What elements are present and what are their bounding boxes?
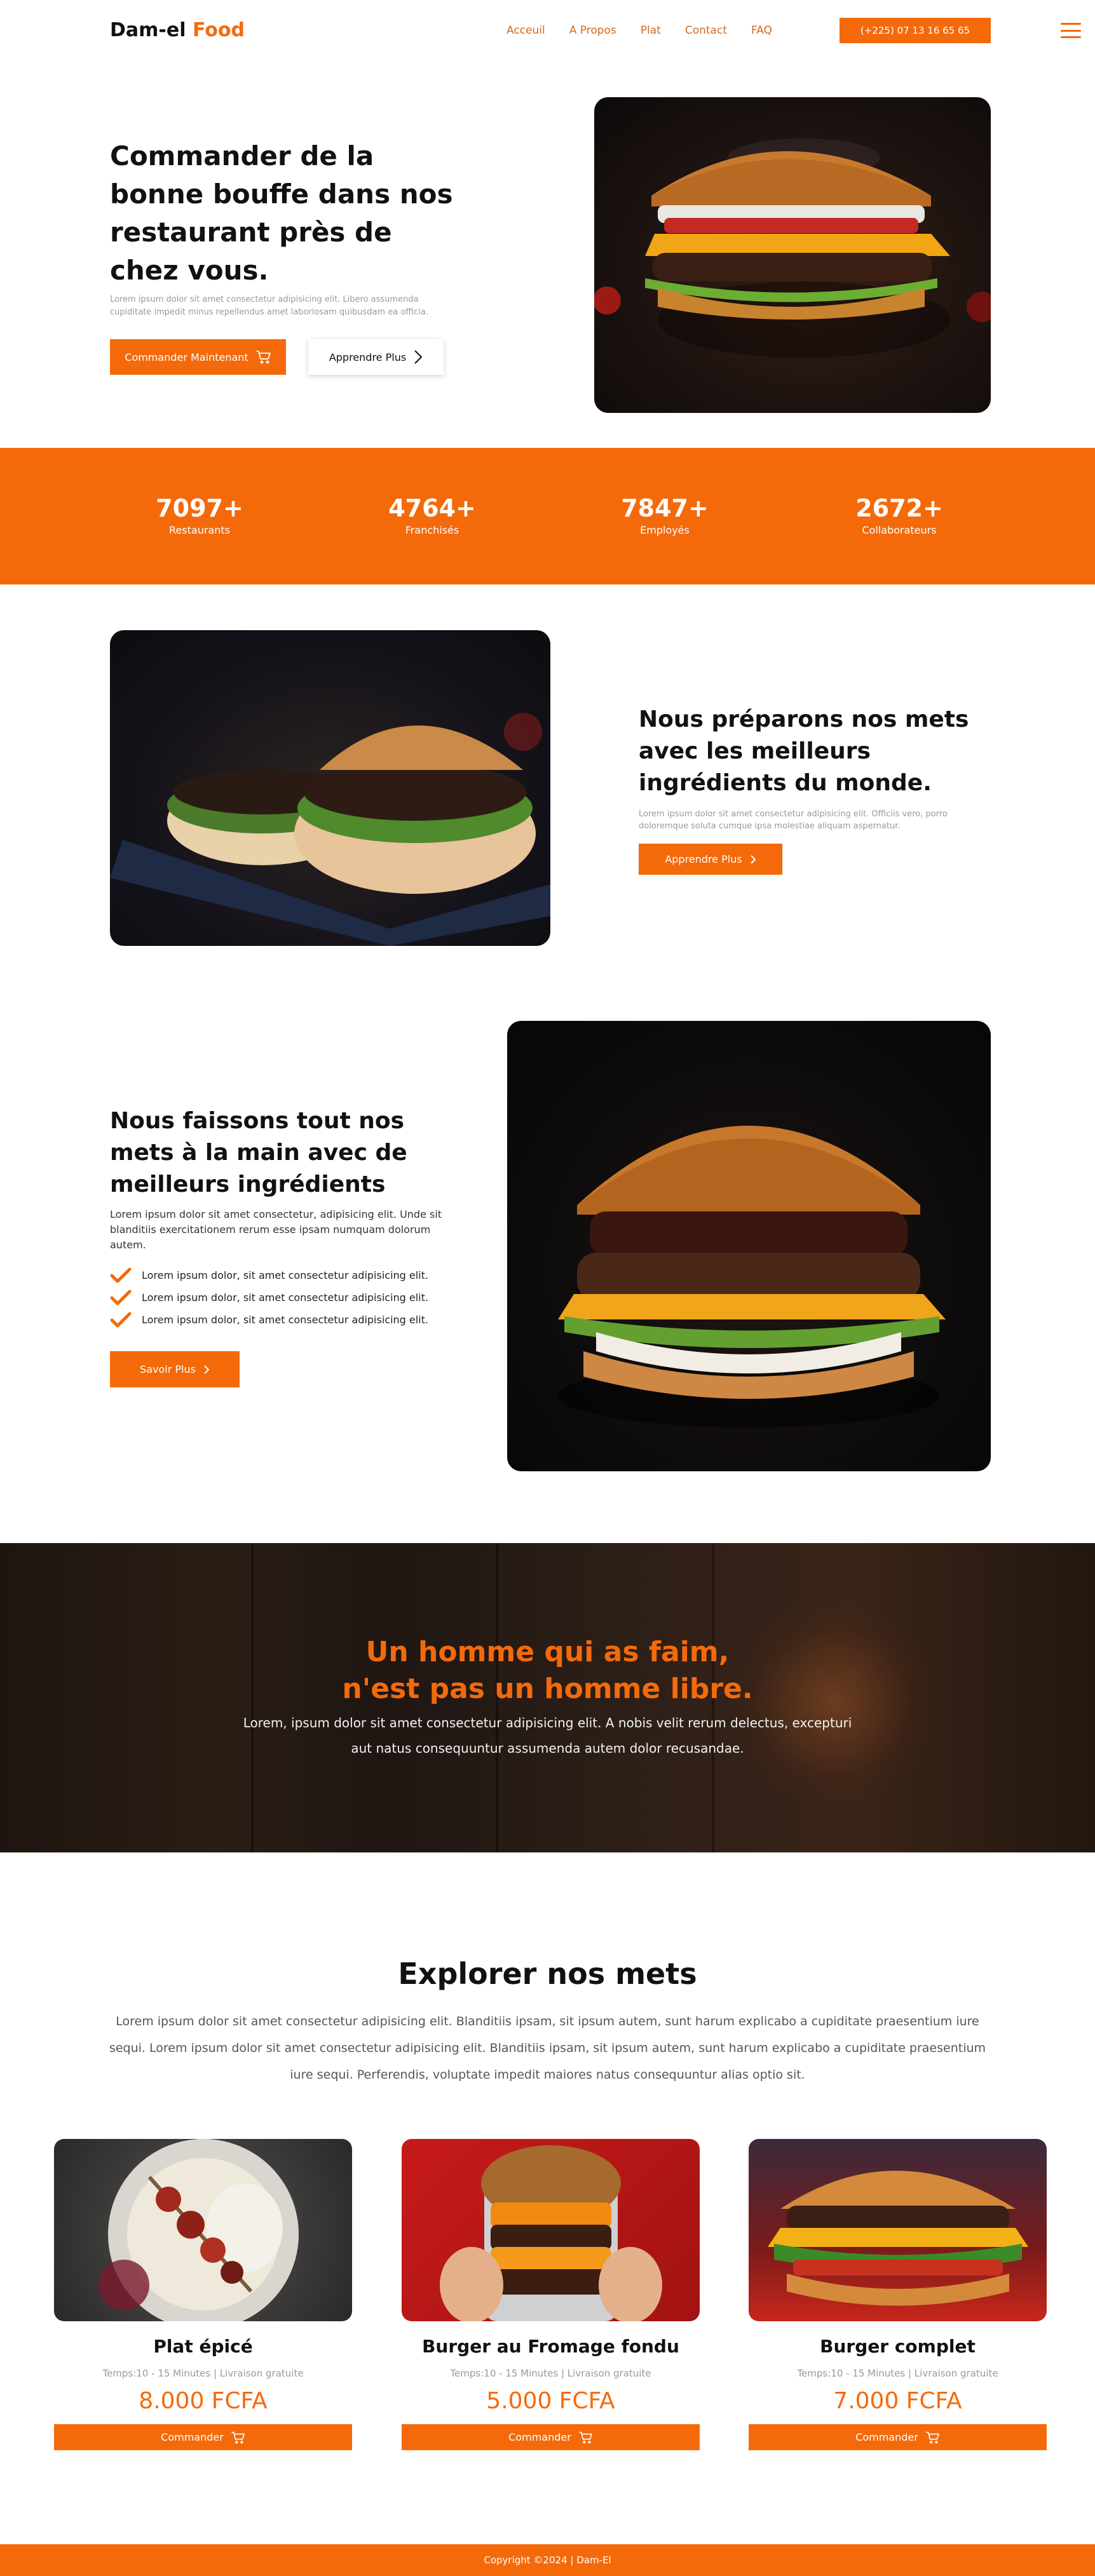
order-label: Commander [508,2431,571,2443]
dish-card: Plat épicé Temps:10 - 15 Minutes | Livra… [54,2139,352,2450]
stats-band: 7097+ Restaurants 4764+ Franchisés 7847+… [0,448,1095,584]
order-label: Commander [855,2431,918,2443]
copyright-text: Copyright ©2024 | Dam-El [484,2554,611,2566]
stat-collaborators: 2672+ Collaborateurs [804,494,995,538]
cart-icon [926,2431,940,2444]
ingredients-description: Lorem ipsum dolor sit amet consectetur a… [639,809,948,831]
ingredients-burger-image [110,630,550,946]
dish-name: Burger complet [820,2336,976,2357]
stat-label: Employés [640,524,690,536]
spicy-dish-illustration [99,2139,299,2321]
cheese-burger-illustration [440,2145,662,2321]
menu-line [1061,23,1081,25]
ingredients-title: Nous préparons nos mets avec les meilleu… [639,706,969,796]
explore-title: Explorer nos mets [398,1957,697,1991]
stat-employees: 7847+ Employés [569,494,760,538]
dish-meta: Temps:10 - 15 Minutes | Livraison gratui… [450,2368,651,2379]
feature-text: Lorem ipsum dolor, sit amet consectetur … [142,1314,428,1326]
feature-item: Lorem ipsum dolor, sit amet consectetur … [110,1309,466,1331]
dish-price: 5.000 FCFA [486,2388,615,2414]
ingredients-learn-more-button[interactable]: Apprendre Plus [639,844,782,875]
dish-price: 8.000 FCFA [139,2388,268,2414]
feature-item: Lorem ipsum dolor, sit amet consectetur … [110,1286,466,1309]
dish-card: Burger complet Temps:10 - 15 Minutes | L… [749,2139,1047,2450]
hero-title: Commander de la bonne bouffe dans nos re… [110,140,453,286]
feature-text: Lorem ipsum dolor, sit amet consectetur … [142,1269,428,1281]
hero-description: Lorem ipsum dolor sit amet consectetur a… [110,295,428,317]
quote-description: Lorem, ipsum dolor sit amet consectetur … [243,1715,852,1756]
quote-title: Un homme qui as faim, n'est pas un homme… [0,1634,1095,1708]
dish-image [54,2139,352,2321]
check-icon [110,1290,132,1306]
order-dish-button[interactable]: Commander [749,2424,1047,2450]
nav-link-dishes[interactable]: Plat [641,24,661,37]
stat-franchises: 4764+ Franchisés [337,494,527,538]
complete-burger-illustration [768,2171,1028,2306]
stat-number: 4764+ [388,494,476,522]
dish-card: Burger au Fromage fondu Temps:10 - 15 Mi… [402,2139,700,2450]
learn-more-button[interactable]: Apprendre Plus [308,339,444,375]
order-dish-button[interactable]: Commander [54,2424,352,2450]
explore-description: Lorem ipsum dolor sit amet consectetur a… [109,2014,986,2082]
stat-number: 2672+ [855,494,943,522]
stat-label: Collaborateurs [862,524,937,536]
stat-number: 7097+ [156,494,243,522]
stat-label: Franchisés [405,524,459,536]
know-more-button[interactable]: Savoir Plus [110,1351,240,1387]
learn-more-label: Apprendre Plus [329,351,407,363]
dish-meta: Temps:10 - 15 Minutes | Livraison gratui… [797,2368,998,2379]
dish-image [749,2139,1047,2321]
handmade-burger-image [507,1021,991,1471]
dish-image [402,2139,700,2321]
check-icon [110,1267,132,1284]
logo-accent: Food [192,19,245,41]
learn-more-label: Apprendre Plus [665,853,742,865]
handmade-title: Nous faissons tout nos mets à la main av… [110,1108,407,1197]
logo[interactable]: Dam-el Food [110,19,245,41]
chevron-right-icon [414,349,423,365]
nav-link-faq[interactable]: FAQ [751,24,772,37]
burger-illustration [594,138,991,358]
logo-main: Dam-el [110,19,186,41]
quote-line-1: Un homme qui as faim, [365,1636,730,1668]
nav-link-contact[interactable]: Contact [685,24,727,37]
menu-line [1061,36,1081,38]
quote-line-2: n'est pas un homme libre. [342,1673,753,1705]
handmade-description: Lorem ipsum dolor sit amet consectetur, … [110,1208,442,1251]
stat-restaurants: 7097+ Restaurants [104,494,295,538]
nav-link-home[interactable]: Acceuil [507,24,545,37]
stat-number: 7847+ [621,494,709,522]
order-now-button[interactable]: Commander Maintenant [110,339,286,375]
cart-icon [231,2431,245,2444]
chevron-right-icon [750,854,756,865]
know-more-label: Savoir Plus [140,1363,196,1375]
handmade-feature-list: Lorem ipsum dolor, sit amet consectetur … [110,1264,466,1331]
cart-icon [579,2431,593,2444]
order-now-label: Commander Maintenant [125,351,248,363]
dish-price: 7.000 FCFA [833,2388,962,2414]
burger-illustration [558,1126,946,1427]
main-nav: Acceuil A Propos Plat Contact FAQ [507,24,796,37]
phone-button[interactable]: (+225) 07 13 16 65 65 [840,18,991,43]
hamburger-menu-icon[interactable] [1061,23,1081,38]
cart-icon [255,350,271,364]
chevron-right-icon [203,1365,210,1375]
footer: Copyright ©2024 | Dam-El [0,2544,1095,2576]
menu-line [1061,29,1081,32]
feature-item: Lorem ipsum dolor, sit amet consectetur … [110,1264,466,1286]
order-label: Commander [161,2431,224,2443]
dish-name: Burger au Fromage fondu [422,2336,679,2357]
nav-link-about[interactable]: A Propos [569,24,616,37]
check-icon [110,1312,132,1328]
stat-label: Restaurants [169,524,230,536]
feature-text: Lorem ipsum dolor, sit amet consectetur … [142,1291,428,1304]
order-dish-button[interactable]: Commander [402,2424,700,2450]
dish-name: Plat épicé [153,2336,253,2357]
hero-burger-image [594,97,991,413]
dish-meta: Temps:10 - 15 Minutes | Livraison gratui… [102,2368,304,2379]
burger-illustration [110,713,550,946]
